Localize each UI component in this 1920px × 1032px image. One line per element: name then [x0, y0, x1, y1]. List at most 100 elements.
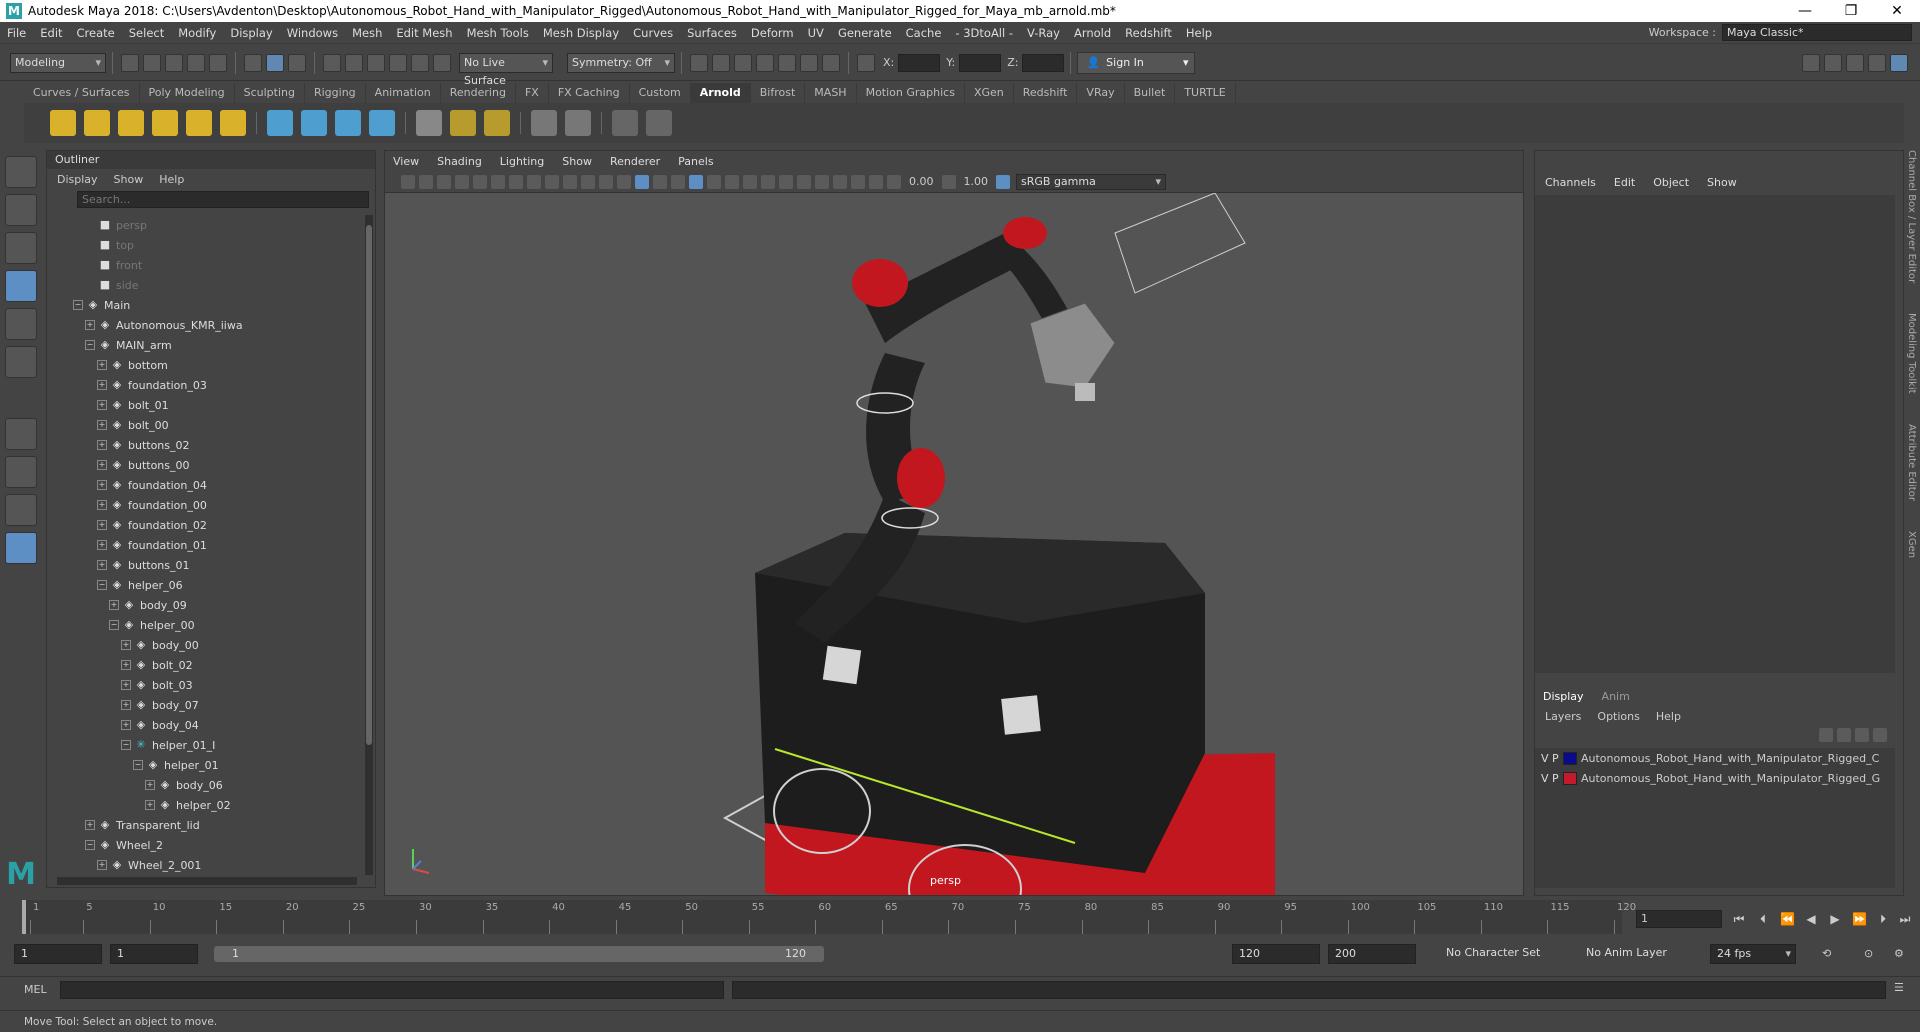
expand-toggle-icon[interactable]: −	[97, 580, 107, 590]
color-management-icon[interactable]	[996, 174, 1010, 189]
close-button[interactable]: ✕	[1874, 3, 1920, 19]
symmetry-dropdown[interactable]: Symmetry: Off	[567, 52, 675, 73]
new-empty-layer-icon[interactable]	[1855, 728, 1869, 742]
move-layer-up-icon[interactable]	[1819, 728, 1833, 742]
shelf-tab-motion-graphics[interactable]: Motion Graphics	[857, 83, 965, 103]
shelf-tab-poly-modeling[interactable]: Poly Modeling	[140, 83, 235, 103]
snap-curve-icon[interactable]	[345, 53, 363, 72]
playback-start-field[interactable]: 1	[110, 944, 198, 964]
outliner-item[interactable]: + ◈ foundation_03	[47, 375, 365, 395]
select-hierarchy-icon[interactable]	[244, 53, 262, 72]
field-chart-icon[interactable]	[581, 174, 595, 189]
layer-color-swatch[interactable]	[1563, 751, 1577, 765]
outliner-item[interactable]: + ◈ Transparent_lid	[47, 815, 365, 835]
outliner-item[interactable]: + ◈ Autonomous_KMR_iiwa	[47, 315, 365, 335]
expand-toggle-icon[interactable]: +	[85, 320, 95, 330]
arnold-render-view-icon[interactable]	[646, 110, 672, 136]
animation-end-field[interactable]: 200	[1328, 944, 1416, 964]
image-plane-icon[interactable]	[455, 174, 469, 189]
outliner-item[interactable]: + ◈ foundation_04	[47, 475, 365, 495]
redo-icon[interactable]	[209, 53, 227, 72]
playback-range-bar[interactable]: 1 120	[214, 946, 824, 962]
bookmarks-icon[interactable]	[437, 174, 451, 189]
menu-display[interactable]: Display	[223, 26, 279, 40]
layer-tab-display[interactable]: Display	[1543, 690, 1584, 703]
snap-point-icon[interactable]	[367, 53, 385, 72]
viewport-menu-lighting[interactable]: Lighting	[500, 155, 544, 168]
standin-icon[interactable]	[267, 110, 293, 136]
script-type-label[interactable]: MEL	[24, 983, 47, 996]
expand-toggle-icon[interactable]: +	[121, 660, 131, 670]
time-ruler[interactable]: 1 5 10 15 20 25 30 35 40 45 50 55 60 65 70 75 80 85 90 95 10…	[22, 900, 1636, 934]
move-tool-icon[interactable]	[5, 270, 37, 302]
resolution-gate-icon[interactable]	[545, 174, 559, 189]
shelf-tab-rigging[interactable]: Rigging	[305, 83, 366, 103]
shelf-tab-xgen[interactable]: XGen	[965, 83, 1014, 103]
paint-select-tool-icon[interactable]	[5, 232, 37, 264]
shelf-tab-curves-surfaces[interactable]: Curves / Surfaces	[24, 83, 140, 103]
gamma-icon[interactable]	[941, 174, 956, 189]
shelf-tab-redshift[interactable]: Redshift	[1014, 83, 1078, 103]
rotate-tool-icon[interactable]	[5, 308, 37, 340]
menu-set-dropdown[interactable]: Modeling	[10, 52, 106, 73]
transform-mode-icon[interactable]	[857, 53, 875, 72]
go-to-end-icon[interactable]: ⏭	[1898, 912, 1912, 926]
export-standin-icon[interactable]	[301, 110, 327, 136]
anti-aliasing-icon[interactable]	[779, 174, 793, 189]
outliner-item[interactable]: + ◈ foundation_00	[47, 495, 365, 515]
expand-toggle-icon[interactable]: +	[97, 420, 107, 430]
exposure-icon[interactable]	[887, 174, 901, 189]
new-scene-icon[interactable]	[121, 53, 139, 72]
character-set-dropdown[interactable]: No Character Set	[1440, 944, 1550, 964]
display-layer-row[interactable]: V P Autonomous_Robot_Hand_with_Manipulat…	[1535, 748, 1895, 768]
menu-select[interactable]: Select	[122, 26, 171, 40]
ipr-render-icon[interactable]	[734, 53, 752, 72]
menu-modify[interactable]: Modify	[171, 26, 223, 40]
outliner-item[interactable]: ■ front	[47, 255, 365, 275]
step-back-frame-icon[interactable]: ⏴	[1756, 912, 1770, 926]
channels-menu-edit[interactable]: Edit	[1614, 176, 1635, 189]
expand-toggle-icon[interactable]: +	[121, 680, 131, 690]
shelf-tab-rendering[interactable]: Rendering	[441, 83, 516, 103]
menu-3dtoall[interactable]: - 3DtoAll -	[948, 26, 1020, 40]
light-filter-icon[interactable]	[565, 110, 591, 136]
photometric-light-icon[interactable]	[118, 110, 144, 136]
viewport-menu-renderer[interactable]: Renderer	[610, 155, 660, 168]
outliner-item[interactable]: + ◈ body_07	[47, 695, 365, 715]
render-frame-icon[interactable]	[690, 53, 708, 72]
outliner-item[interactable]: + ◈ foundation_01	[47, 535, 365, 555]
expand-toggle-icon[interactable]: −	[121, 740, 131, 750]
expand-toggle-icon[interactable]: −	[73, 300, 83, 310]
render-sequence-icon[interactable]	[712, 53, 730, 72]
persp-outliner-layout-icon[interactable]	[5, 494, 37, 526]
hypershade-icon[interactable]	[778, 53, 796, 72]
shadows-icon[interactable]	[725, 174, 739, 189]
expand-toggle-icon[interactable]: +	[97, 440, 107, 450]
character-controls-icon[interactable]	[1824, 53, 1842, 72]
grease-pencil-icon[interactable]	[491, 174, 505, 189]
select-camera-icon[interactable]	[401, 174, 415, 189]
gamma-value[interactable]: 1.00	[964, 175, 989, 188]
current-time-indicator[interactable]	[22, 900, 26, 934]
outliner-item[interactable]: − ◈ Wheel_2	[47, 835, 365, 855]
lasso-tool-icon[interactable]	[5, 194, 37, 226]
channel-box-icon[interactable]	[1890, 53, 1908, 72]
area-light-icon[interactable]	[50, 110, 76, 136]
select-component-icon[interactable]	[288, 53, 306, 72]
film-gate-icon[interactable]	[527, 174, 541, 189]
snap-vertex-icon[interactable]	[433, 53, 451, 72]
open-scene-icon[interactable]	[143, 53, 161, 72]
expand-toggle-icon[interactable]: +	[109, 600, 119, 610]
outliner-item[interactable]: − ◈ helper_06	[47, 575, 365, 595]
screen-space-ao-icon[interactable]	[743, 174, 757, 189]
pause-render-icon[interactable]	[822, 53, 840, 72]
xray-icon[interactable]	[833, 174, 847, 189]
viewport-scene[interactable]	[385, 193, 1523, 895]
viewport-menu-shading[interactable]: Shading	[437, 155, 482, 168]
render-settings-icon[interactable]	[756, 53, 774, 72]
wireframe-icon[interactable]	[617, 174, 631, 189]
expand-toggle-icon[interactable]: +	[145, 780, 155, 790]
anim-layer-dropdown[interactable]: No Anim Layer	[1580, 944, 1680, 964]
viewport-menu-view[interactable]: View	[393, 155, 419, 168]
outliner-item[interactable]: + ◈ Wheel_2_001	[47, 855, 365, 875]
